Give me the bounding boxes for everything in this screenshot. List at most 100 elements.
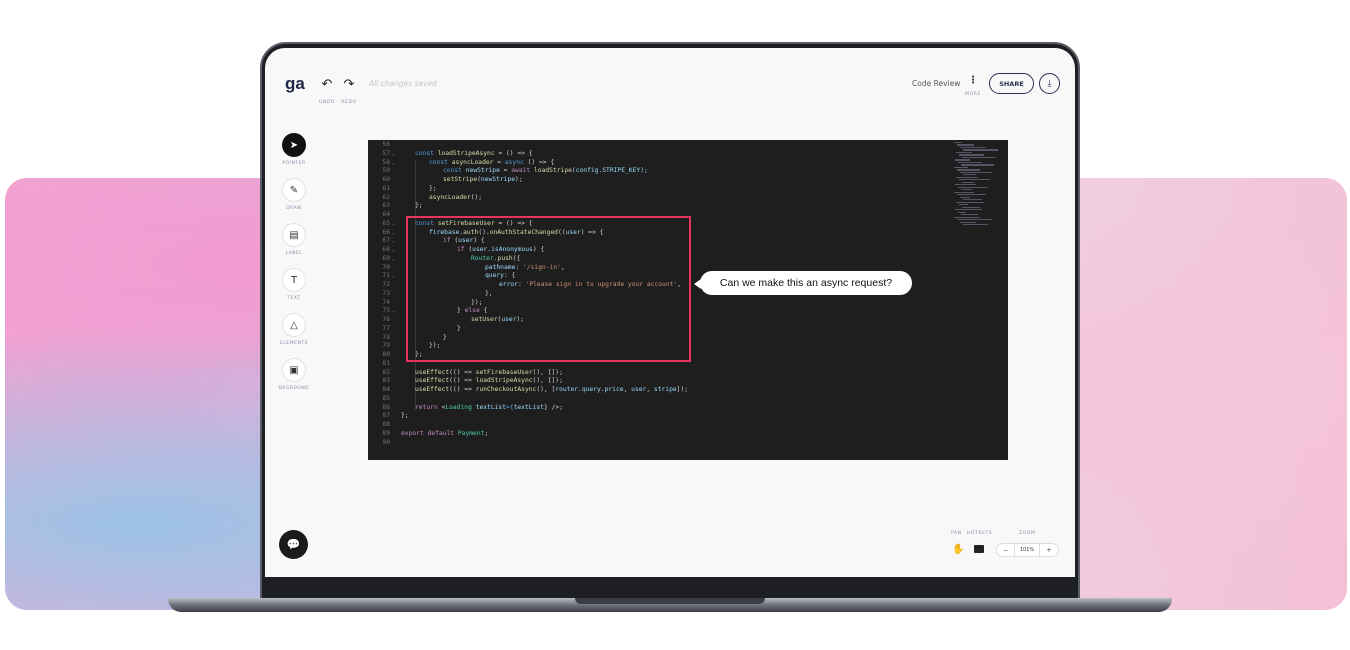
code-token: user	[631, 386, 647, 393]
code-token: Loading	[445, 403, 476, 411]
line-number: 87	[382, 412, 390, 420]
code-token: =	[493, 158, 505, 166]
bkground-icon: ▣	[282, 358, 306, 382]
code-token: =	[499, 167, 512, 175]
tool-pointer[interactable]: ➤ POINTER	[282, 133, 306, 166]
line-number: 72	[382, 281, 390, 288]
line-number: 85	[382, 394, 390, 402]
tool-label: DRAW	[286, 206, 302, 211]
line-number: 65	[382, 219, 390, 227]
code-token: const	[429, 158, 452, 166]
fold-chevron-icon[interactable]: ⌄	[392, 229, 395, 238]
code-token: loadStripeAsync	[475, 377, 533, 385]
code-line: 57 ⌄ const loadStripeAsync = () => {	[368, 150, 1008, 159]
line-number: 71	[382, 272, 390, 280]
code-token: router.query.price	[555, 386, 624, 393]
save-status: All changes saved	[369, 79, 437, 88]
line-number: 82	[382, 368, 390, 376]
line-number: 77	[382, 324, 390, 332]
line-number: 64	[382, 211, 390, 218]
line-number: 56	[382, 141, 390, 148]
line-number: 81	[382, 359, 390, 367]
line-number: 59	[382, 167, 390, 175]
fold-chevron-icon[interactable]: ⌄	[392, 237, 395, 246]
elements-icon: △	[282, 313, 306, 337]
code-token: (() =>	[449, 377, 476, 385]
code-line: 88	[368, 421, 1008, 430]
code-token: export	[401, 429, 428, 437]
fold-chevron-icon[interactable]: ⌄	[392, 220, 395, 229]
zoom-label: ZOOM	[1019, 531, 1036, 536]
tool-elements[interactable]: △ ELEMENTS	[280, 313, 307, 346]
zoom-out-button[interactable]: −	[997, 544, 1015, 556]
code-token: useEffect	[415, 377, 450, 385]
code-token: };	[429, 184, 437, 192]
line-number: 61	[382, 184, 390, 192]
code-token: const	[443, 167, 466, 175]
line-number: 68	[382, 246, 390, 253]
download-button[interactable]: ⤓	[1039, 73, 1060, 94]
code-token: setFirebaseUser	[475, 368, 533, 376]
chat-button[interactable]: 💬	[279, 530, 308, 559]
code-token: (config.STRIPE_KEY);	[571, 167, 648, 175]
line-number: 86	[382, 403, 390, 411]
code-line: 62 asyncLoader();	[368, 194, 1008, 203]
line-number: 75	[382, 307, 390, 315]
fold-chevron-icon[interactable]: ⌄	[392, 150, 395, 159]
code-token: await	[511, 167, 534, 175]
line-number: 88	[382, 421, 390, 428]
code-line: 60 setStripe(newStripe);	[368, 176, 1008, 185]
undo-button[interactable]: ↶ UNDO	[315, 78, 339, 106]
code-token: const	[415, 149, 438, 157]
redo-button[interactable]: ↷ REDO	[337, 77, 361, 106]
code-token: ;	[484, 429, 489, 437]
tool-text[interactable]: T TEXT	[282, 268, 306, 301]
line-number: 57	[382, 149, 390, 157]
code-token: runCheckoutAsync	[475, 386, 537, 393]
code-token: default	[427, 429, 458, 437]
fold-chevron-icon[interactable]: ⌄	[392, 255, 395, 264]
fold-chevron-icon[interactable]: ⌄	[392, 159, 395, 168]
code-token: setStripe	[443, 176, 478, 183]
undo-label: UNDO	[318, 100, 336, 105]
fold-chevron-icon[interactable]: ⌄	[392, 272, 395, 281]
line-number: 80	[382, 351, 390, 358]
line-number: 83	[382, 377, 390, 385]
code-line: 63};	[368, 202, 1008, 211]
logo: ga	[285, 74, 305, 93]
code-line: 85	[368, 395, 1008, 404]
code-line: 82 useEffect(() => setFirebaseUser(), [])…	[368, 369, 1008, 378]
tool-bkground[interactable]: ▣ BKGROUND	[279, 358, 309, 391]
fold-chevron-icon[interactable]: ⌄	[392, 307, 395, 316]
code-token: textList	[475, 403, 507, 411]
pan-hand-icon[interactable]: ✋	[952, 544, 964, 555]
tool-label[interactable]: ▤ LABEL	[282, 223, 306, 256]
code-token: loadStripeAsync	[437, 149, 495, 157]
hotkeys-label: HOTKEYS	[967, 531, 993, 536]
code-token: (), []);	[532, 368, 563, 376]
document-title[interactable]: Code Review	[912, 79, 960, 88]
redo-icon: ↷	[343, 77, 355, 92]
code-token: (() =>	[449, 368, 476, 376]
share-button[interactable]: SHARE	[989, 73, 1034, 94]
line-number: 73	[382, 289, 390, 297]
code-line: 86 return <Loading textList={textList} />…	[368, 404, 1008, 413]
keyboard-icon[interactable]	[974, 545, 984, 553]
code-token: } />;	[543, 403, 563, 411]
laptop-notch	[575, 598, 765, 604]
pan-label: PAN	[951, 531, 962, 536]
comment-bubble[interactable]: Can we make this an async request?	[694, 271, 912, 295]
code-token: useEffect	[415, 368, 450, 376]
code-token: ={	[506, 403, 514, 411]
more-button[interactable]: ⋮ MORE	[965, 76, 981, 98]
redo-label: REDO	[341, 100, 357, 105]
code-line: 89 export default Payment;	[368, 430, 1008, 439]
fold-chevron-icon[interactable]: ⌄	[392, 246, 395, 255]
code-token: () => {	[523, 158, 555, 166]
code-token: ,	[646, 386, 654, 393]
zoom-in-button[interactable]: +	[1040, 544, 1058, 556]
tool-draw[interactable]: ✎ DRAW	[282, 178, 306, 211]
line-number: 69	[382, 254, 390, 262]
tool-label: LABEL	[285, 251, 303, 256]
code-token: textList	[513, 403, 544, 411]
